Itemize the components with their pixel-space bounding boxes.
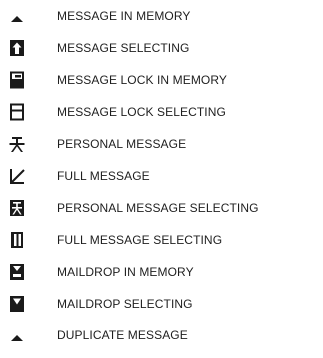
message-selecting-icon — [8, 39, 26, 57]
legend-label: FULL MESSAGE SELECTING — [57, 233, 223, 247]
legend-label: MAILDROP IN MEMORY — [57, 265, 194, 279]
icon-legend: MESSAGE IN MEMORY MESSAGE SELECTING MESS… — [0, 0, 323, 354]
legend-label: DUPLICATE MESSAGE — [57, 328, 188, 342]
duplicate-message-icon — [8, 326, 26, 344]
legend-label: MESSAGE LOCK SELECTING — [57, 105, 226, 119]
legend-row-maildrop-selecting: MAILDROP SELECTING — [0, 295, 323, 327]
person-icon — [8, 135, 26, 153]
legend-row-personal-message-selecting: PERSONAL MESSAGE SELECTING — [0, 199, 323, 231]
legend-row-duplicate-message: DUPLICATE MESSAGE — [0, 326, 323, 358]
maildrop-memory-icon — [8, 263, 26, 281]
maildrop-selecting-icon — [8, 295, 26, 313]
legend-row-message-lock-selecting: MESSAGE LOCK SELECTING — [0, 103, 323, 135]
legend-row-message-lock-in-memory: MESSAGE LOCK IN MEMORY — [0, 71, 323, 103]
legend-label: MAILDROP SELECTING — [57, 297, 193, 311]
message-lock-memory-icon — [8, 71, 26, 89]
legend-row-message-in-memory: MESSAGE IN MEMORY — [0, 7, 323, 39]
legend-row-personal-message: PERSONAL MESSAGE — [0, 135, 323, 167]
legend-row-maildrop-in-memory: MAILDROP IN MEMORY — [0, 263, 323, 295]
legend-label: PERSONAL MESSAGE — [57, 137, 187, 151]
full-message-icon — [8, 167, 26, 185]
legend-label: FULL MESSAGE — [57, 169, 150, 183]
legend-label: MESSAGE IN MEMORY — [57, 9, 191, 23]
personal-message-selecting-icon — [8, 199, 26, 217]
triangle-up-icon — [8, 7, 26, 25]
legend-row-message-selecting: MESSAGE SELECTING — [0, 39, 323, 71]
full-message-selecting-icon — [8, 231, 26, 249]
legend-label: MESSAGE SELECTING — [57, 41, 190, 55]
legend-label: MESSAGE LOCK IN MEMORY — [57, 73, 228, 87]
message-lock-selecting-icon — [8, 103, 26, 121]
legend-row-full-message: FULL MESSAGE — [0, 167, 323, 199]
legend-label: PERSONAL MESSAGE SELECTING — [57, 201, 259, 215]
legend-row-full-message-selecting: FULL MESSAGE SELECTING — [0, 231, 323, 263]
